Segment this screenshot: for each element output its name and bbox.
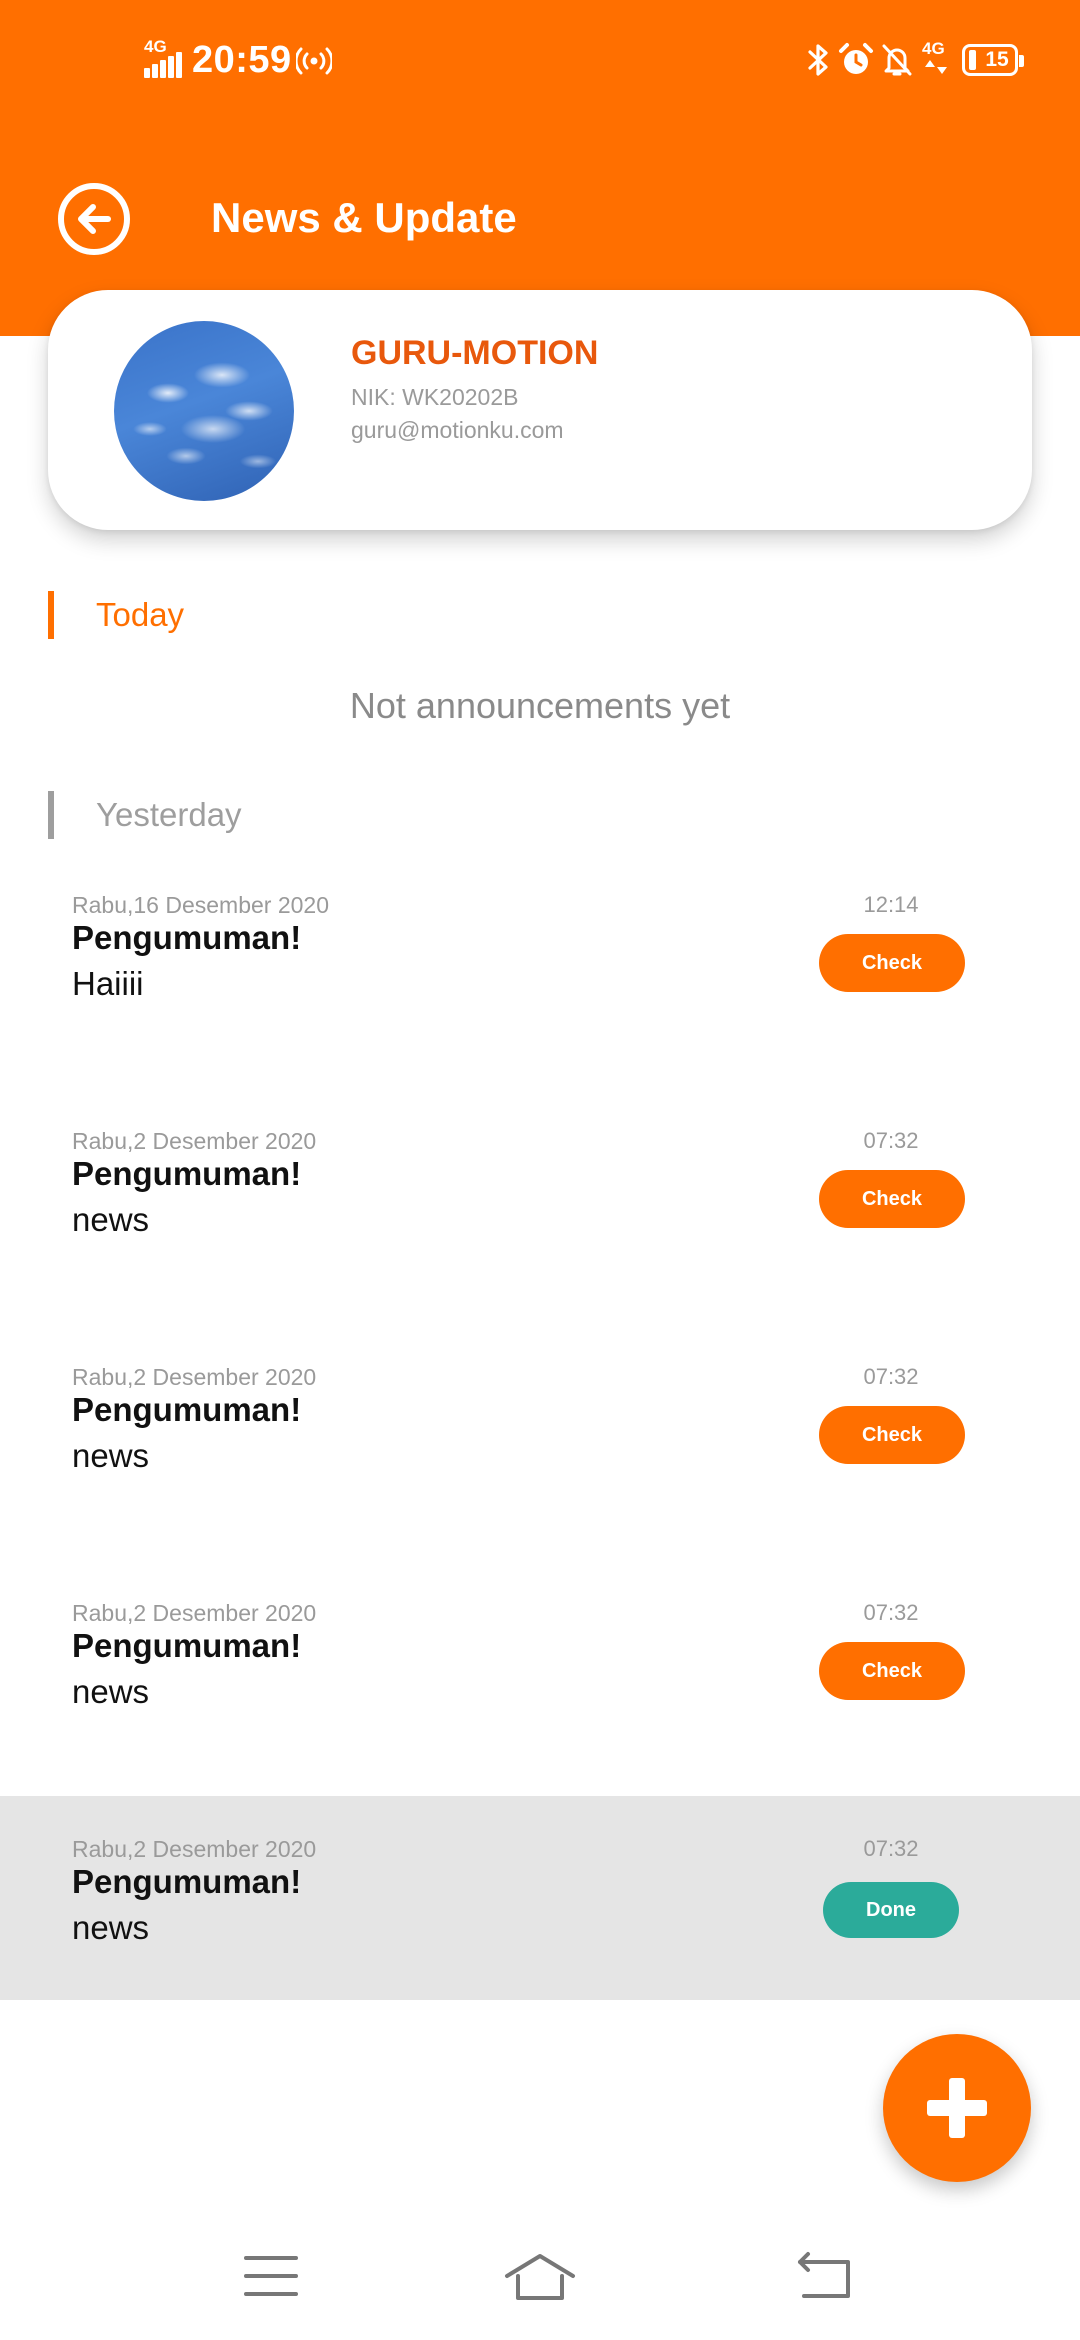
profile-email: guru@motionku.com: [351, 417, 564, 443]
avatar: [114, 321, 294, 501]
bluetooth-icon: [808, 44, 828, 76]
news-title: Pengumuman!: [72, 1155, 302, 1192]
network-tag: 4G: [144, 37, 167, 56]
profile-nik: NIK: WK20202B: [351, 384, 519, 410]
page-title: News & Update: [211, 194, 517, 241]
news-item[interactable]: Rabu,16 Desember 2020 Pengumuman! Haiiii…: [0, 890, 1080, 1100]
today-marker: [48, 591, 54, 639]
news-time: 12:14: [863, 892, 919, 917]
news-item[interactable]: Rabu,2 Desember 2020 Pengumuman! news 07…: [0, 1126, 1080, 1336]
news-time: 07:32: [863, 1364, 919, 1389]
news-time: 07:32: [863, 1600, 919, 1625]
network-tag-right: 4G: [922, 39, 945, 58]
news-title: Pengumuman!: [72, 1863, 302, 1900]
check-button[interactable]: Check: [819, 1642, 965, 1700]
news-item[interactable]: Rabu,2 Desember 2020 Pengumuman! news 07…: [0, 1362, 1080, 1572]
mobile-data-icon: 4G: [922, 40, 952, 80]
news-time: 07:32: [863, 1128, 919, 1153]
check-button[interactable]: Check: [819, 1170, 965, 1228]
news-body: news: [72, 1201, 150, 1238]
profile-name: GURU-MOTION: [351, 334, 599, 372]
hotspot-icon: [296, 47, 332, 75]
check-button[interactable]: Check: [819, 934, 965, 992]
news-body: news: [72, 1909, 150, 1946]
news-title: Pengumuman!: [72, 1627, 302, 1664]
section-today-label: Today: [96, 596, 185, 633]
navigation-bar: [0, 2214, 1080, 2340]
battery-icon: 15: [962, 44, 1024, 76]
profile-card: GURU-MOTION NIK: WK20202B guru@motionku.…: [48, 290, 1032, 530]
check-button[interactable]: Check: [819, 1406, 965, 1464]
status-bar: 4G 20:59 4G 15: [0, 0, 1080, 120]
nav-home-button[interactable]: [480, 2214, 600, 2340]
section-yesterday-label: Yesterday: [96, 796, 242, 833]
back-icon: [798, 2252, 850, 2298]
news-time: 07:32: [863, 1836, 919, 1861]
done-button[interactable]: Done: [823, 1882, 959, 1938]
menu-icon: [244, 2256, 298, 2296]
news-item[interactable]: Rabu,2 Desember 2020 Pengumuman! news 07…: [0, 1598, 1080, 1808]
battery-level: 15: [985, 48, 1009, 71]
news-body: news: [72, 1437, 150, 1474]
news-item-done[interactable]: Rabu,2 Desember 2020 Pengumuman! news 07…: [0, 1796, 1080, 2000]
nav-back-button[interactable]: [764, 2214, 884, 2340]
news-body: Haiiii: [72, 965, 144, 1002]
back-button[interactable]: [58, 183, 130, 255]
bell-off-icon: [882, 44, 912, 76]
news-title: Pengumuman!: [72, 919, 302, 956]
home-icon: [505, 2254, 575, 2300]
yesterday-marker: [48, 791, 54, 839]
signal-icon: 4G: [144, 38, 182, 78]
news-title: Pengumuman!: [72, 1391, 302, 1428]
nav-menu-button[interactable]: [211, 2214, 331, 2340]
alarm-icon: [839, 43, 873, 74]
empty-state-text: Not announcements yet: [349, 685, 731, 726]
add-news-button[interactable]: [883, 2034, 1031, 2182]
news-body: news: [72, 1673, 150, 1710]
status-time: 20:59: [192, 39, 292, 81]
arrow-left-circle-icon: [78, 204, 111, 234]
